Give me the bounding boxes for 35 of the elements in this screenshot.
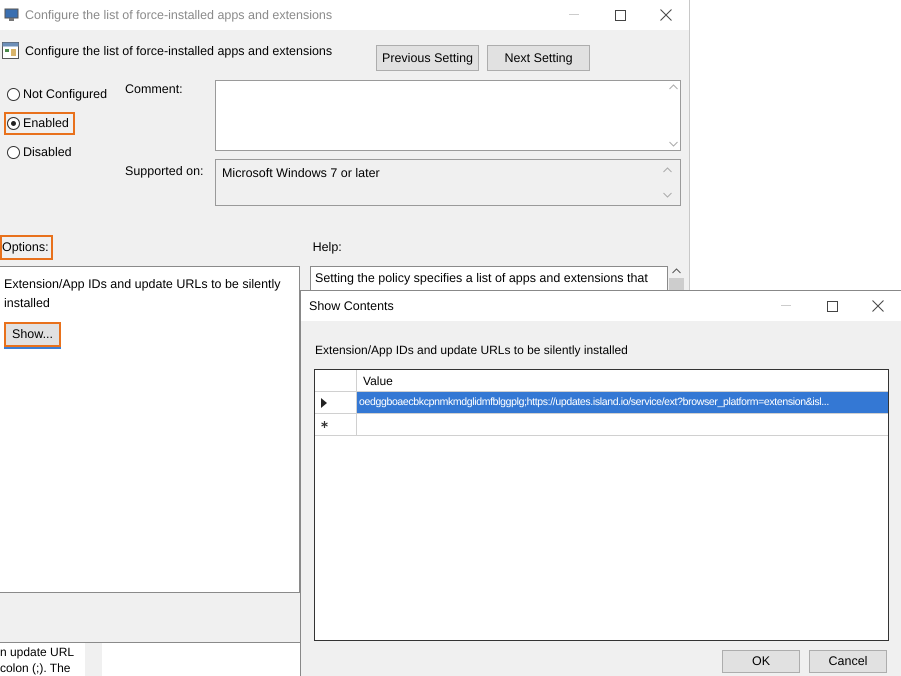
comment-label: Comment: xyxy=(125,80,184,98)
radio-button[interactable] xyxy=(7,88,20,101)
maximize-icon[interactable] xyxy=(614,10,626,20)
table-cell[interactable]: oedggboaecbkcpnmkmdglidmfblggplg;https://updates.island.io/service/ext?browser_platform=extension&isl... xyxy=(357,392,888,413)
radio-label[interactable]: Not Configured xyxy=(23,84,108,104)
close-icon[interactable] xyxy=(872,300,884,312)
radio-button[interactable] xyxy=(7,116,20,130)
radio-label[interactable]: Disabled xyxy=(23,142,72,162)
help-text-fragment: colon (;). The xyxy=(0,660,72,676)
dialog-button[interactable]: Cancel xyxy=(809,650,887,673)
dialog-button[interactable]: OK xyxy=(722,650,800,673)
setting-button[interactable]: Next Setting xyxy=(487,45,590,71)
policy-icon xyxy=(2,42,19,59)
radio-button[interactable] xyxy=(7,146,20,159)
options-description: Extension/App IDs and update URLs to be silently installed xyxy=(4,276,282,312)
scroll-up-icon[interactable] xyxy=(672,268,680,274)
close-icon[interactable] xyxy=(660,9,672,21)
show-button[interactable]: Show... xyxy=(4,322,61,348)
help-text-fragment: n update URL xyxy=(0,644,76,660)
computer-icon xyxy=(4,8,20,22)
column-header: Value xyxy=(362,372,394,390)
help-text: Setting the policy specifies a list of apps and extensions that xyxy=(315,270,649,287)
new-row-icon xyxy=(321,421,328,428)
highlighted-option[interactable]: Enabled xyxy=(4,112,75,135)
supported-on-value: Microsoft Windows 7 or later xyxy=(222,164,380,182)
policy-title: Configure the list of force-installed apps and extensions xyxy=(25,43,332,60)
maximize-icon[interactable] xyxy=(826,300,838,312)
radio-label[interactable]: Enabled xyxy=(23,114,69,133)
window-title: Configure the list of force-installed apps and extensions xyxy=(25,6,332,24)
row-pointer-icon xyxy=(321,398,327,408)
dialog-title: Show Contents xyxy=(309,298,394,315)
dialog-description: Extension/App IDs and update URLs to be silently installed xyxy=(314,342,629,359)
supported-label: Supported on: xyxy=(125,163,205,180)
setting-button[interactable]: Previous Setting xyxy=(376,45,479,71)
help-label: Help: xyxy=(312,238,342,256)
